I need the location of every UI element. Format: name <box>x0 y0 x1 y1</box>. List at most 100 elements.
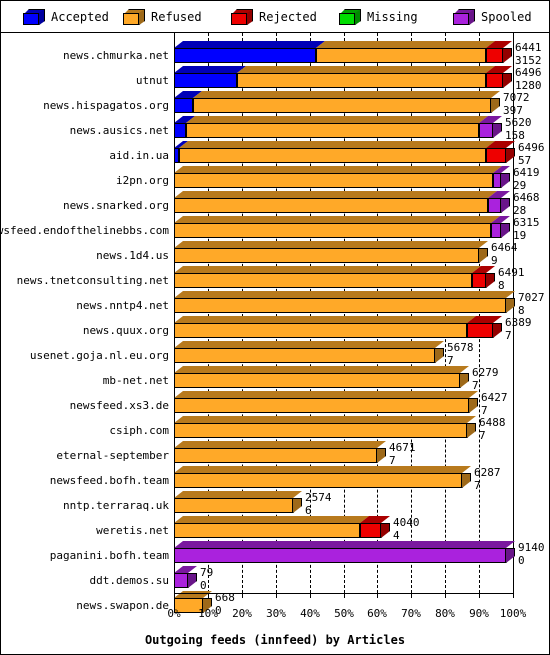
bar-value-total: 6496 <box>518 141 545 154</box>
bar-top-shading <box>174 116 502 123</box>
x-axis-tick <box>174 593 175 598</box>
bar-value-secondary: 7 <box>447 354 454 367</box>
bar-top-shading <box>174 516 390 523</box>
legend-label: Accepted <box>51 10 109 24</box>
bar-segment-refused <box>174 523 360 538</box>
bar-segment-refused <box>174 398 469 413</box>
stacked-bar <box>174 548 506 563</box>
bar-segment-refused <box>174 248 479 263</box>
y-axis-label: eternal-september <box>56 449 169 462</box>
bar-value-total: 6468 <box>513 191 540 204</box>
bar-value-secondary: 6 <box>305 504 312 517</box>
stacked-bar <box>174 248 479 263</box>
bar-value-secondary: 4 <box>393 529 400 542</box>
bar-row: 6419 29 <box>174 166 540 191</box>
bar-value-total: 5678 <box>447 341 474 354</box>
bar-side-face <box>501 173 510 188</box>
legend-label: Rejected <box>259 10 317 24</box>
bar-value-total: 6427 <box>481 391 508 404</box>
legend-label: Spooled <box>481 10 532 24</box>
bar-value-labels: 6464 9 <box>491 242 518 266</box>
bar-value-total: 6488 <box>479 416 506 429</box>
bar-row: 6464 9 <box>174 241 518 266</box>
chart-plot: news.chmurka.net utnut news.hispagatos.org… <box>0 33 549 654</box>
bar-segment-refused <box>174 423 467 438</box>
y-axis-label: aid.in.ua <box>109 149 169 162</box>
x-axis-tick <box>445 593 446 598</box>
bar-value-secondary: 7 <box>389 454 396 467</box>
y-axis-label: news.ausics.net <box>69 124 169 137</box>
stacked-bar <box>174 298 506 313</box>
bar-value-secondary: 397 <box>503 104 523 117</box>
bar-value-total: 6441 <box>515 41 542 54</box>
bar-segment-accepted <box>174 73 237 88</box>
bar-side-face <box>188 573 197 588</box>
y-axis-label: news.nntp4.net <box>76 299 169 312</box>
bar-row: 6427 7 <box>174 391 513 416</box>
x-axis-tick-label: 80% <box>435 607 455 620</box>
bar-segment-refused <box>174 173 493 188</box>
bar-value-total: 6496 <box>515 66 542 79</box>
bar-value-labels: 6496 57 <box>518 142 545 166</box>
bar-value-secondary: 57 <box>518 154 532 167</box>
bar-value-total: 7027 <box>518 291 545 304</box>
bar-value-total: 2574 <box>305 491 332 504</box>
bar-value-secondary: 0 <box>200 579 207 592</box>
bar-row: 4040 4 <box>174 516 513 541</box>
bar-top-shading <box>174 216 510 223</box>
stacked-bar <box>174 498 293 513</box>
x-axis-tick-label: 50% <box>334 607 354 620</box>
bar-row: 4671 7 <box>174 441 513 466</box>
bar-top-shading <box>174 241 488 248</box>
bar-side-face <box>493 123 502 138</box>
chart-legend: Accepted Refused Rejected Missing Spooled <box>1 1 549 33</box>
bar-value-total: 6389 <box>505 316 532 329</box>
bar-segment-rejected <box>472 273 486 288</box>
bar-segment-refused <box>179 148 486 163</box>
bar-segment-refused <box>174 373 460 388</box>
stacked-bar <box>174 423 467 438</box>
bar-row: 6287 7 <box>174 466 513 491</box>
legend-label: Missing <box>367 10 418 24</box>
bar-top-shading <box>174 566 197 573</box>
bar-value-total: 4040 <box>393 516 420 529</box>
bar-side-face <box>381 523 390 538</box>
bar-value-labels: 6488 7 <box>479 417 506 441</box>
bar-segment-rejected <box>467 323 493 338</box>
stacked-bar <box>174 123 493 138</box>
bar-value-labels: 6419 29 <box>513 167 540 191</box>
bar-value-labels: 6389 7 <box>505 317 532 341</box>
bar-top-shading <box>174 291 515 298</box>
bar-segment-accepted <box>174 48 316 63</box>
stacked-bar <box>174 448 377 463</box>
stacked-bar <box>174 473 462 488</box>
bar-top-shading <box>174 366 469 373</box>
x-axis-tick <box>377 593 378 598</box>
bar-segment-refused <box>174 473 462 488</box>
bar-top-shading <box>174 416 476 423</box>
bar-value-labels: 2574 6 <box>305 492 332 516</box>
y-axis-label: news.1d4.us <box>96 249 169 262</box>
bar-segment-rejected <box>486 48 503 63</box>
x-axis-tick-label: 90% <box>469 607 489 620</box>
bar-segment-refused <box>237 73 486 88</box>
y-axis-labels: news.chmurka.net utnut news.hispagatos.org… <box>0 33 173 611</box>
bar-row: 6496 57 <box>174 141 545 166</box>
x-axis-tick <box>242 593 243 598</box>
bar-row: 6441 3152 <box>174 41 542 66</box>
legend-item-refused: Refused <box>123 1 202 33</box>
bar-value-labels: 5620 158 <box>505 117 532 141</box>
y-axis-label: news.hispagatos.org <box>43 99 169 112</box>
bar-value-total: 6315 <box>513 216 540 229</box>
x-axis-tick-label: 100% <box>499 607 527 620</box>
bar-value-labels: 79 0 <box>200 567 213 591</box>
y-axis-label: csiph.com <box>109 424 169 437</box>
stacked-bar <box>174 148 506 163</box>
stacked-bar <box>174 98 491 113</box>
legend-item-missing: Missing <box>339 1 418 33</box>
bar-value-total: 6279 <box>472 366 499 379</box>
y-axis-label: newsfeed.endofthelinebbs.com <box>0 224 169 237</box>
y-axis-label: news.tnetconsulting.net <box>16 274 169 287</box>
stacked-bar <box>174 373 460 388</box>
bar-value-labels: 5678 7 <box>447 342 474 366</box>
